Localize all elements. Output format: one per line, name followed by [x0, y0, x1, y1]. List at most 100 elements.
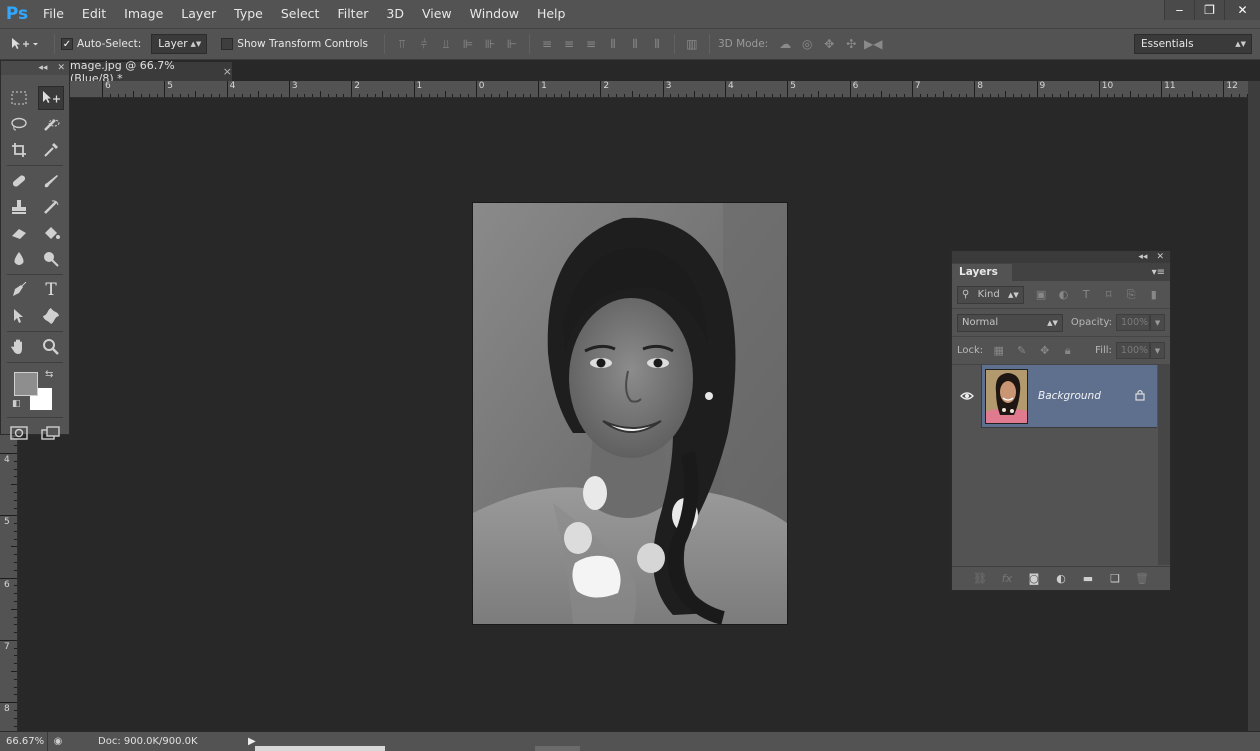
- type-layer-filter-icon[interactable]: T: [1075, 288, 1098, 301]
- auto-select-checkbox[interactable]: ✓: [61, 38, 73, 50]
- lock-position-icon[interactable]: ✥: [1033, 344, 1056, 357]
- filter-toggle-icon[interactable]: ▮: [1142, 288, 1165, 301]
- quick-selection-tool-icon[interactable]: [38, 112, 64, 136]
- menu-layer[interactable]: Layer: [172, 0, 225, 28]
- zoom-level[interactable]: 66.67%: [0, 731, 48, 751]
- opacity-slider-toggle[interactable]: ▼: [1150, 314, 1165, 331]
- distribute-bottom-icon[interactable]: ≡: [580, 34, 602, 54]
- auto-select-option[interactable]: ✓ Auto-Select:: [61, 38, 141, 50]
- custom-shape-tool-icon[interactable]: [38, 304, 64, 328]
- menu-view[interactable]: View: [413, 0, 461, 28]
- close-icon[interactable]: ✕: [57, 63, 65, 73]
- smart-object-filter-icon[interactable]: ⎘: [1120, 288, 1143, 302]
- opacity-field[interactable]: 100%: [1116, 314, 1151, 331]
- 3d-orbit-icon[interactable]: ☁: [774, 34, 796, 54]
- paint-bucket-tool-icon[interactable]: [38, 221, 64, 245]
- zoom-tool-icon[interactable]: [38, 335, 64, 359]
- document-canvas-image[interactable]: [473, 203, 787, 624]
- 3d-pan-icon[interactable]: ✥: [818, 34, 840, 54]
- lock-image-pixels-icon[interactable]: ✎: [1010, 344, 1033, 357]
- tools-grip[interactable]: [1, 75, 69, 85]
- menu-window[interactable]: Window: [461, 0, 528, 28]
- clone-stamp-tool-icon[interactable]: [6, 195, 32, 219]
- document-tab[interactable]: mage.jpg @ 66.7% (Blue/8) * ×: [66, 59, 232, 85]
- close-icon[interactable]: ✕: [1156, 252, 1164, 262]
- collapse-icon[interactable]: ◂◂: [38, 63, 47, 73]
- brush-tool-icon[interactable]: [38, 169, 64, 193]
- menu-type[interactable]: Type: [225, 0, 272, 28]
- lock-all-icon[interactable]: 🔒︎: [1056, 344, 1079, 358]
- history-brush-tool-icon[interactable]: [38, 195, 64, 219]
- new-group-icon[interactable]: ▬: [1081, 572, 1096, 585]
- align-horizontal-centers-icon[interactable]: ⊪: [479, 34, 501, 54]
- shape-layer-filter-icon[interactable]: ⌑: [1097, 288, 1120, 301]
- healing-brush-tool-icon[interactable]: [6, 169, 32, 193]
- auto-align-layers-icon[interactable]: ▥: [681, 34, 703, 54]
- distribute-right-icon[interactable]: ⦀: [646, 34, 668, 54]
- 3d-scale-icon[interactable]: ▶◀: [862, 34, 884, 54]
- workspace-dropdown[interactable]: Essentials ▲▼: [1134, 34, 1252, 54]
- fx-icon[interactable]: fx: [1000, 572, 1015, 585]
- crop-tool-icon[interactable]: [6, 138, 32, 162]
- swap-colors-icon[interactable]: ⇆: [45, 369, 53, 380]
- distribute-hcenter-icon[interactable]: ⦀: [624, 34, 646, 54]
- lock-transparent-pixels-icon[interactable]: ▦: [987, 344, 1010, 357]
- marquee-tool-icon[interactable]: [6, 86, 32, 110]
- link-layers-icon[interactable]: ⛓: [973, 572, 988, 585]
- minimize-button[interactable]: ‒: [1164, 0, 1194, 20]
- menu-file[interactable]: File: [34, 0, 73, 28]
- type-tool-icon[interactable]: T: [38, 278, 64, 302]
- align-bottom-edges-icon[interactable]: ⫫: [435, 34, 457, 54]
- vertical-scrollbar[interactable]: [1248, 81, 1260, 731]
- layers-scrollbar[interactable]: [1158, 365, 1170, 565]
- share-icon[interactable]: ◉: [48, 736, 68, 747]
- 3d-slide-icon[interactable]: ✣: [840, 34, 862, 54]
- close-tab-icon[interactable]: ×: [223, 65, 232, 78]
- quick-mask-icon[interactable]: [6, 421, 32, 445]
- move-tool-icon[interactable]: [38, 86, 64, 110]
- eyedropper-tool-icon[interactable]: [38, 138, 64, 162]
- default-colors-icon[interactable]: ◧: [12, 399, 21, 409]
- adjustment-layer-filter-icon[interactable]: ◐: [1052, 288, 1075, 301]
- menu-select[interactable]: Select: [272, 0, 329, 28]
- layers-panel-topbar[interactable]: ◂◂ ✕: [952, 251, 1170, 263]
- distribute-left-icon[interactable]: ⦀: [602, 34, 624, 54]
- show-transform-checkbox[interactable]: [221, 38, 234, 50]
- align-right-edges-icon[interactable]: ⊩: [501, 34, 523, 54]
- fill-field[interactable]: 100%: [1115, 342, 1150, 359]
- align-vertical-centers-icon[interactable]: ⫩: [413, 34, 435, 54]
- restore-button[interactable]: ❐: [1194, 0, 1224, 20]
- align-left-edges-icon[interactable]: ⊫: [457, 34, 479, 54]
- menu-help[interactable]: Help: [528, 0, 575, 28]
- menu-3d[interactable]: 3D: [377, 0, 413, 28]
- lasso-tool-icon[interactable]: [6, 112, 32, 136]
- hand-tool-icon[interactable]: [6, 335, 32, 359]
- close-button[interactable]: ✕: [1224, 0, 1260, 20]
- menu-image[interactable]: Image: [115, 0, 172, 28]
- align-top-edges-icon[interactable]: ⫪: [391, 34, 413, 54]
- auto-select-target-dropdown[interactable]: Layer ▲▼: [151, 34, 208, 54]
- add-mask-icon[interactable]: ◙: [1027, 572, 1042, 585]
- trash-icon[interactable]: 🗑︎: [1135, 572, 1150, 585]
- eye-icon[interactable]: [952, 364, 982, 428]
- filter-kind-dropdown[interactable]: ⚲ Kind ▲▼: [957, 285, 1024, 304]
- adjustment-layer-icon[interactable]: ◐: [1054, 572, 1069, 585]
- menu-edit[interactable]: Edit: [73, 0, 115, 28]
- foreground-color-swatch[interactable]: [14, 372, 38, 396]
- pen-tool-icon[interactable]: [6, 278, 32, 302]
- eraser-tool-icon[interactable]: [6, 221, 32, 245]
- lock-icon[interactable]: [1135, 389, 1145, 404]
- horizontal-ruler[interactable]: 6 5 4 3 2 1 0 1 2 3 4 5 6 7 8 9 10 11 12: [18, 81, 1248, 98]
- tools-panel-header[interactable]: ◂◂ ✕: [1, 61, 69, 75]
- horizontal-scrollbar-thumb[interactable]: [535, 746, 580, 751]
- blur-tool-icon[interactable]: [6, 247, 32, 271]
- dodge-tool-icon[interactable]: [38, 247, 64, 271]
- blend-mode-dropdown[interactable]: Normal ▲▼: [957, 313, 1063, 332]
- layer-row-background[interactable]: Background: [952, 364, 1157, 428]
- layer-name[interactable]: Background: [1038, 390, 1135, 402]
- tab-layers[interactable]: Layers: [952, 264, 1012, 281]
- show-transform-option[interactable]: Show Transform Controls: [221, 38, 368, 50]
- screen-mode-icon[interactable]: [38, 421, 64, 445]
- 3d-roll-icon[interactable]: ◎: [796, 34, 818, 54]
- distribute-top-icon[interactable]: ≡: [536, 34, 558, 54]
